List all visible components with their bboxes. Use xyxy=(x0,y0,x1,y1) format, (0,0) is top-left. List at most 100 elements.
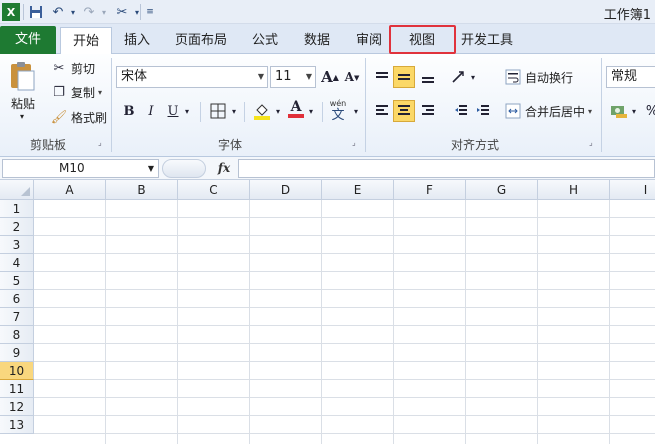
column-header-g[interactable]: G xyxy=(466,180,538,200)
phonetic-pinyin: wén xyxy=(329,99,347,108)
tab-file[interactable]: 文件 xyxy=(0,26,56,54)
fill-color-dropdown-icon[interactable]: ▾ xyxy=(272,100,284,122)
format-painter-label: 格式刷 xyxy=(71,110,108,125)
font-color-dropdown-icon[interactable]: ▾ xyxy=(305,100,317,122)
name-box[interactable]: M10 ▼ xyxy=(2,159,159,178)
underline-dropdown-icon[interactable]: ▾ xyxy=(181,100,193,122)
formula-input[interactable] xyxy=(238,159,655,178)
merge-center-icon xyxy=(504,102,522,120)
decrease-indent-icon[interactable] xyxy=(450,100,472,122)
column-header-h[interactable]: H xyxy=(538,180,610,200)
chevron-down-icon: ▼ xyxy=(305,72,312,81)
paste-button[interactable]: 粘贴 xyxy=(11,95,35,112)
gridline xyxy=(537,200,538,444)
select-all-button[interactable] xyxy=(0,180,34,200)
tab-home[interactable]: 开始 xyxy=(60,27,112,54)
column-header-b[interactable]: B xyxy=(106,180,178,200)
redo-dropdown-icon[interactable]: ▾ xyxy=(95,3,113,21)
borders-dropdown-icon[interactable]: ▾ xyxy=(228,100,240,122)
excel-logo-icon[interactable]: X xyxy=(2,3,20,21)
align-center-icon[interactable] xyxy=(393,100,415,122)
row-header-3[interactable]: 3 xyxy=(0,236,34,254)
spreadsheet-grid[interactable]: A B C D E F G H I 1 2 3 4 5 6 7 8 9 10 1… xyxy=(0,180,655,444)
percent-button[interactable]: % xyxy=(641,100,655,122)
paste-dropdown-icon[interactable]: ▾ xyxy=(20,112,24,121)
row-header-4[interactable]: 4 xyxy=(0,254,34,272)
row-header-7[interactable]: 7 xyxy=(0,308,34,326)
row-header-9[interactable]: 9 xyxy=(0,344,34,362)
tab-page-layout[interactable]: 页面布局 xyxy=(168,27,234,54)
bold-button[interactable]: B xyxy=(118,100,140,122)
row-header-5[interactable]: 5 xyxy=(0,272,34,290)
number-format-select[interactable]: 常规 xyxy=(606,66,655,88)
copy-button[interactable]: ❐ 复制 ▾ xyxy=(50,83,102,101)
align-middle-icon[interactable] xyxy=(393,66,415,88)
row-header-12[interactable]: 12 xyxy=(0,398,34,416)
merge-center-button[interactable]: 合并后居中 ▾ xyxy=(504,102,592,120)
cut-button[interactable]: ✂ 剪切 xyxy=(50,59,95,77)
shrink-font-icon[interactable]: A ▼ xyxy=(341,66,363,88)
insert-function-button[interactable]: fx xyxy=(212,159,236,178)
formula-bar: M10 ▼ fx xyxy=(0,157,655,180)
brush-icon: 🖌 xyxy=(50,109,68,125)
alignment-group-label: 对齐方式 xyxy=(450,138,499,152)
row-header-10[interactable]: 10 xyxy=(0,362,34,380)
gridline xyxy=(34,271,655,272)
font-name-select[interactable]: 宋体 ▼ xyxy=(116,66,268,88)
chevron-down-icon: ▼ xyxy=(257,72,264,81)
font-launcher-icon[interactable]: ⌟ xyxy=(352,138,362,148)
column-header-a[interactable]: A xyxy=(34,180,106,200)
align-bottom-icon[interactable] xyxy=(417,66,439,88)
paste-icon[interactable] xyxy=(8,60,38,92)
phonetic-guide-icon[interactable]: wén 文 xyxy=(327,98,349,124)
font-name-value: 宋体 xyxy=(121,69,148,84)
accounting-dropdown-icon[interactable]: ▾ xyxy=(628,100,640,122)
row-header-11[interactable]: 11 xyxy=(0,380,34,398)
row-header-1[interactable]: 1 xyxy=(0,200,34,218)
quick-access-menu-icon[interactable]: ≡ xyxy=(141,3,159,21)
column-header-f[interactable]: F xyxy=(394,180,466,200)
row-header-8[interactable]: 8 xyxy=(0,326,34,344)
font-group-label: 字体 xyxy=(217,138,242,152)
wrap-text-button[interactable]: 自动换行 xyxy=(504,68,573,86)
separator xyxy=(365,58,366,152)
tab-review[interactable]: 审阅 xyxy=(349,27,389,54)
row-header-13[interactable]: 13 xyxy=(0,416,34,434)
align-right-icon[interactable] xyxy=(417,100,439,122)
italic-button[interactable]: I xyxy=(140,100,162,122)
tab-insert[interactable]: 插入 xyxy=(115,27,159,54)
formula-bar-resize-handle[interactable] xyxy=(162,159,206,178)
copy-label: 复制 xyxy=(71,85,96,100)
align-left-icon[interactable] xyxy=(371,100,393,122)
row-header-2[interactable]: 2 xyxy=(0,218,34,236)
orientation-dropdown-icon[interactable]: ▾ xyxy=(467,66,479,88)
font-size-select[interactable]: 11 ▼ xyxy=(270,66,316,88)
merge-center-label: 合并后居中 xyxy=(525,104,586,119)
name-box-value: M10 xyxy=(59,161,85,175)
clipboard-launcher-icon[interactable]: ⌟ xyxy=(98,138,108,148)
number-format-value: 常规 xyxy=(611,69,638,84)
save-icon[interactable] xyxy=(27,3,45,21)
cut-label: 剪切 xyxy=(71,61,96,76)
row-header-6[interactable]: 6 xyxy=(0,290,34,308)
align-top-icon[interactable] xyxy=(371,66,393,88)
grow-font-icon[interactable]: A ▲ xyxy=(319,66,341,88)
column-header-i[interactable]: I xyxy=(610,180,655,200)
accounting-format-icon[interactable] xyxy=(608,100,630,122)
tab-data[interactable]: 数据 xyxy=(297,27,337,54)
fill-color-icon[interactable] xyxy=(251,100,273,122)
column-header-e[interactable]: E xyxy=(322,180,394,200)
format-painter-button[interactable]: 🖌 格式刷 xyxy=(50,108,107,126)
gridline xyxy=(34,307,655,308)
increase-indent-icon[interactable] xyxy=(472,100,494,122)
font-color-icon[interactable]: A xyxy=(285,98,307,120)
column-header-d[interactable]: D xyxy=(250,180,322,200)
gridline xyxy=(34,235,655,236)
tab-formulas[interactable]: 公式 xyxy=(245,27,285,54)
alignment-launcher-icon[interactable]: ⌟ xyxy=(589,138,599,148)
phonetic-dropdown-icon[interactable]: ▾ xyxy=(350,100,362,122)
tab-developer[interactable]: 开发工具 xyxy=(456,27,518,54)
borders-icon[interactable] xyxy=(207,100,229,122)
column-header-c[interactable]: C xyxy=(178,180,250,200)
clipboard-group-label: 剪贴板 xyxy=(29,138,66,152)
